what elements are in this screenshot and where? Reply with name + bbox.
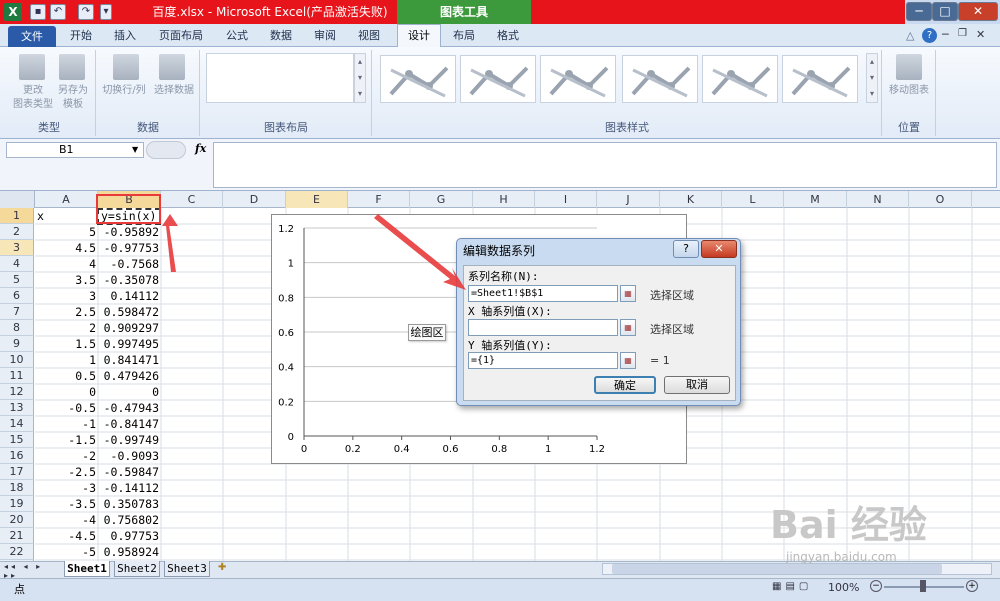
status-mode: 点 — [14, 583, 25, 596]
horizontal-scroll-thumb[interactable] — [612, 564, 942, 574]
annotation-arrow-up — [162, 214, 178, 272]
annotation-arrow-diagonal — [374, 214, 466, 290]
sheet-tab-3[interactable]: Sheet3 — [164, 561, 210, 577]
watermark-url: jingyan.baidu.com — [786, 550, 897, 564]
sheet-tab-1[interactable]: Sheet1 — [64, 561, 110, 577]
view-mode-icons[interactable]: ▦▤▢ — [772, 581, 818, 595]
sheet-tab-2[interactable]: Sheet2 — [114, 561, 160, 577]
zoom-level[interactable]: 100% — [828, 581, 859, 594]
zoom-slider-thumb[interactable] — [920, 580, 926, 592]
highlight-box — [96, 194, 161, 224]
zoom-in-icon[interactable]: + — [966, 580, 978, 592]
insert-sheet-icon[interactable]: ✚ — [218, 562, 234, 576]
sheet-navigation-icons[interactable]: ◂◂ ◂ ▸ ▸▸ — [4, 562, 60, 580]
zoom-out-icon[interactable]: − — [870, 580, 882, 592]
